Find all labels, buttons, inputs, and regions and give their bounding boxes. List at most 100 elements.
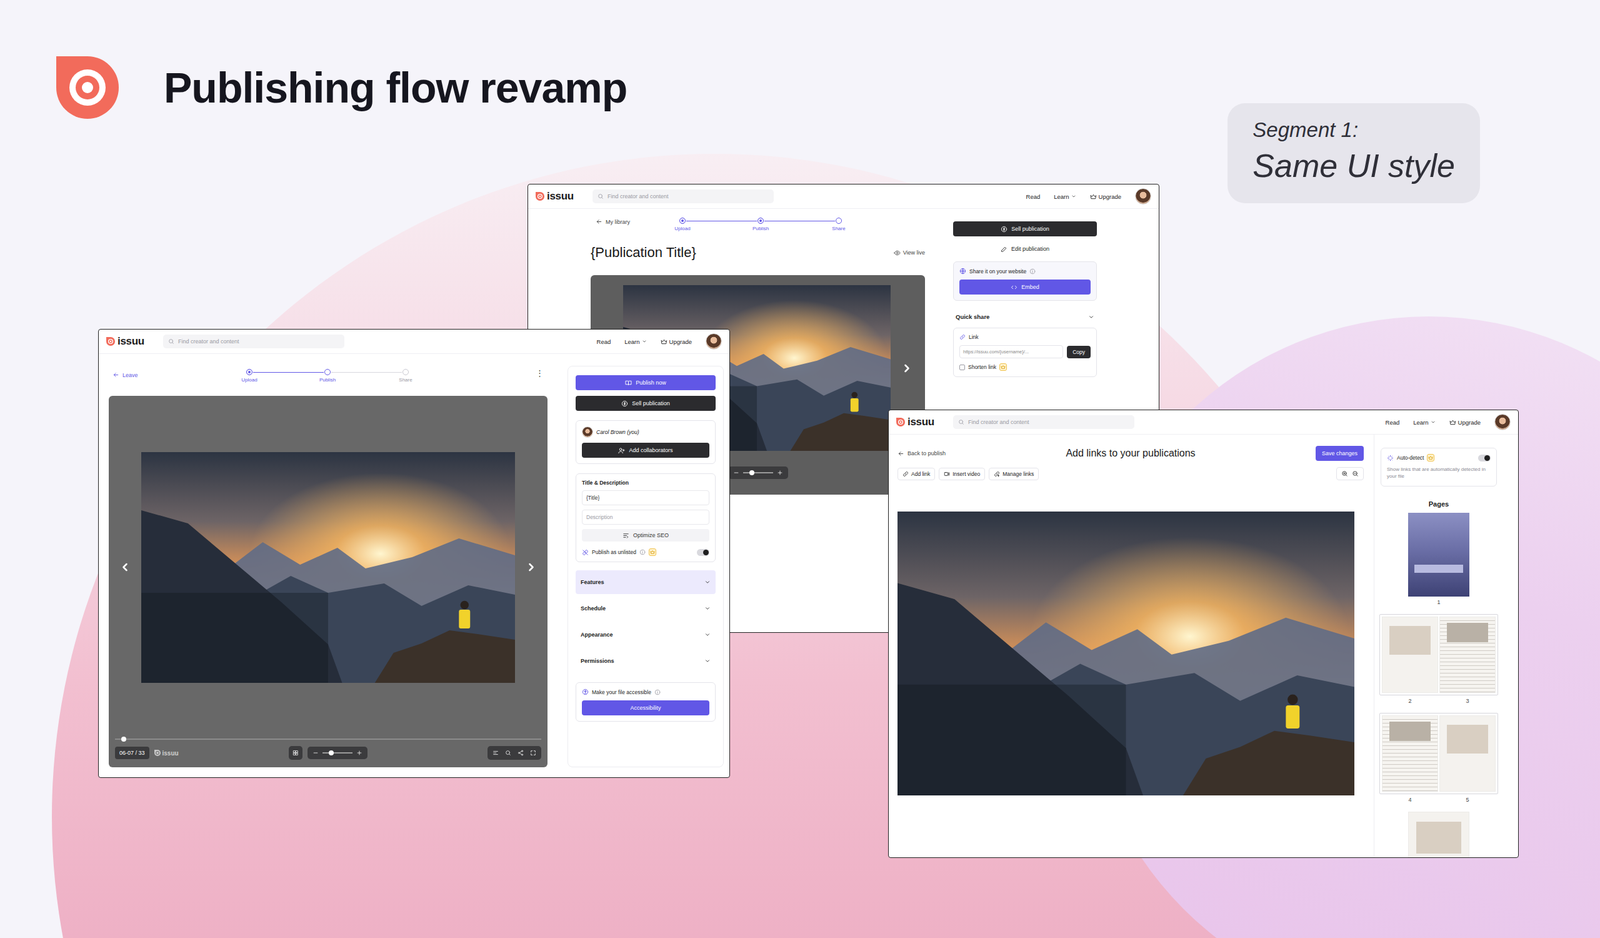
upgrade-link[interactable]: Upgrade [1449,418,1481,426]
user-avatar[interactable] [1494,413,1511,430]
stepper: Upload Publish Share [670,217,852,232]
share-icon[interactable] [517,749,524,756]
plus-icon[interactable] [356,749,363,756]
copy-button[interactable]: Copy [1066,345,1091,359]
search-icon[interactable] [505,749,512,756]
upgrade-link[interactable]: Upgrade [1090,193,1122,200]
shorten-checkbox[interactable] [959,364,965,370]
nav-link[interactable]: Learn [1053,193,1076,200]
add-collaborators-button[interactable]: Add collaborators [581,442,710,458]
chevron-right-icon[interactable] [900,361,914,375]
info-icon[interactable] [654,688,661,695]
back-link[interactable]: My library [590,217,670,225]
zoom-out-icon[interactable] [1351,470,1359,477]
sell-button[interactable]: Sell publication [953,221,1097,237]
minus-icon[interactable] [312,749,319,756]
zoom-knob[interactable] [749,470,755,475]
section-row[interactable]: Permissions [575,648,716,673]
nav-link[interactable]: Learn [624,338,647,345]
chevron-down-icon [704,578,711,585]
embed-button[interactable]: Embed [959,279,1091,295]
nav-link[interactable]: Read [596,338,612,345]
upgrade-link[interactable]: Upgrade [660,338,692,345]
issuu-logo-icon [896,417,905,427]
thumbnail[interactable]: 1 [1408,512,1470,605]
tool-button[interactable]: Manage links [988,467,1039,480]
step[interactable]: Publish [315,368,340,383]
zoom-in-icon[interactable] [1341,470,1349,477]
info-icon[interactable] [1029,268,1036,275]
thumbnail-page [1439,715,1496,792]
plus-icon[interactable] [776,469,784,476]
leave-link[interactable]: Leave [108,368,237,379]
chevron-right-icon[interactable] [525,560,538,574]
title-input[interactable]: {Title} [581,490,710,505]
save-button[interactable]: Save changes [1315,445,1364,461]
chevron-left-icon[interactable] [118,560,132,574]
thumbnail[interactable]: 23 [1379,613,1499,704]
auto-detect-toggle[interactable] [1478,454,1491,462]
brand-logo[interactable]: issuu [896,415,935,429]
viewer-actions [487,745,542,760]
brand-logo[interactable]: issuu [535,190,574,203]
chevron-down-icon [1088,313,1095,320]
step[interactable]: Upload [670,217,695,232]
user-avatar[interactable] [705,333,722,350]
section-row[interactable]: Appearance [575,622,716,647]
slide-title: Publishing flow revamp [163,63,627,112]
toolbar-right [487,745,542,760]
sell-button[interactable]: Sell publication [575,395,716,411]
page-progress[interactable] [115,738,542,740]
unlisted-toggle[interactable] [696,548,710,556]
nav-link[interactable]: Read [1385,418,1400,426]
search-field[interactable]: Find creator and content [592,189,774,204]
section-row[interactable]: Features [575,570,716,594]
tool-button[interactable]: Insert video [938,467,985,480]
step-connector [331,371,402,374]
description-input[interactable]: Description [581,509,710,525]
zoom-slider[interactable] [322,751,353,754]
zoom-slider[interactable] [743,471,774,474]
quick-share-header[interactable]: Quick share [953,305,1097,323]
step[interactable]: Share [393,368,419,383]
info-icon[interactable] [639,548,646,555]
link-icon [902,470,909,477]
nav-link[interactable]: Read [1026,193,1041,200]
section-row[interactable]: Schedule [575,596,716,620]
search-placeholder: Find creator and content [178,338,240,345]
step[interactable]: Publish [748,217,774,232]
progress-knob[interactable] [121,736,127,742]
user-plus-icon [618,446,625,454]
nav-link[interactable]: Learn [1413,418,1435,426]
minus-icon[interactable] [733,469,740,476]
dollar-icon [1000,225,1008,233]
back-link[interactable]: Back to publish [897,450,1066,457]
publish-now-button[interactable]: Publish now [575,375,716,390]
step[interactable]: Upload [236,368,262,383]
url-field[interactable]: https://issuu.com/{username}/... [959,345,1064,359]
tool-button[interactable]: Add link [897,467,935,480]
step-label: Share [398,376,412,383]
contents-icon[interactable] [492,749,499,756]
search-field[interactable]: Find creator and content [163,334,345,349]
zoom-buttons [1336,466,1364,480]
search-icon [958,418,965,425]
website-label: Share it on your website [959,267,1091,275]
publication-spread[interactable] [897,511,1355,795]
thumbnail[interactable] [1408,811,1470,857]
grid-button[interactable] [288,745,303,760]
brand-logo[interactable]: issuu [106,335,145,348]
view-live-link[interactable]: View live [893,249,925,257]
search-field[interactable]: Find creator and content [953,415,1135,429]
accessibility-button[interactable]: Accessibility [581,700,710,715]
thumbnail-image [1389,625,1432,655]
fullscreen-icon[interactable] [530,749,537,756]
issuu-logo-icon [535,191,545,201]
more-menu[interactable]: ⋮ [535,368,544,377]
optimize-seo-button[interactable]: Optimize SEO [581,528,710,542]
edit-button[interactable]: Edit publication [953,241,1097,257]
thumbnail[interactable]: 45 [1379,712,1499,803]
user-avatar[interactable] [1135,188,1152,205]
zoom-knob[interactable] [328,750,334,755]
step[interactable]: Share [826,217,852,232]
